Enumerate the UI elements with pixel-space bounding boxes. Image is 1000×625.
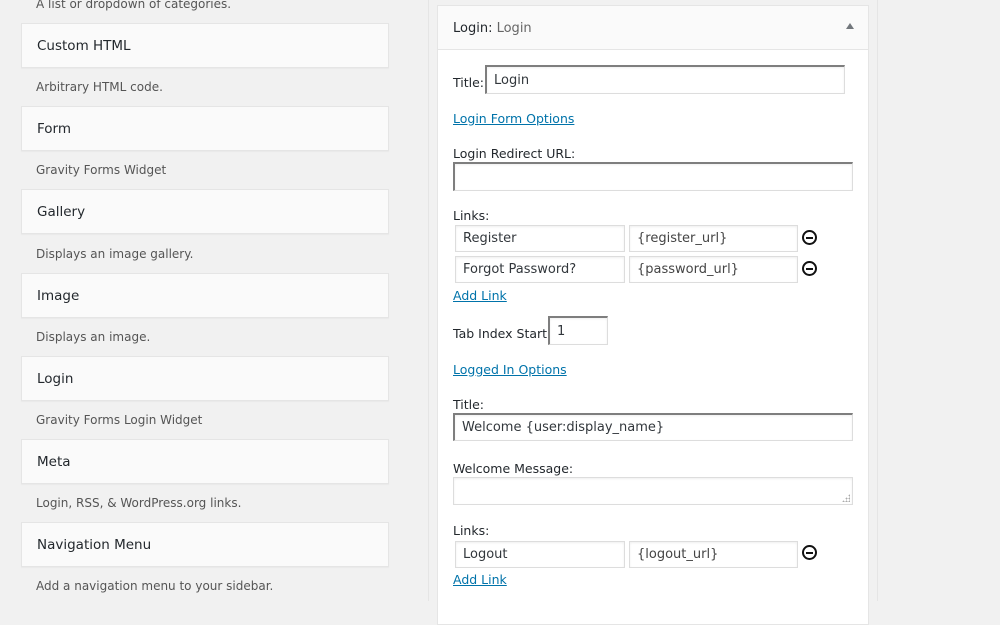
login-widget-panel: Login: Login (437, 5, 869, 625)
welcome-message-textarea[interactable] (453, 477, 853, 505)
widget-panel-title: Login: Login (453, 21, 532, 36)
available-widget-navigation-menu[interactable]: Navigation Menu (21, 522, 389, 567)
link-url-input[interactable]: {register_url} (629, 225, 798, 252)
widget-description: Arbitrary HTML code. (36, 80, 163, 94)
welcome-message-label: Welcome Message: (453, 461, 574, 476)
widget-panel-header[interactable]: Login: Login (438, 6, 868, 50)
available-widget-form[interactable]: Form (21, 106, 389, 151)
tab-index-start-input[interactable]: 1 (548, 316, 608, 345)
resize-grip-icon[interactable] (842, 494, 850, 502)
links-label: Links: (453, 208, 490, 223)
widget-title: Navigation Menu (37, 537, 152, 553)
widget-title: Custom HTML (37, 38, 131, 54)
available-widget-custom-html[interactable]: Custom HTML (21, 23, 389, 68)
link-text-input[interactable]: Logout (455, 541, 625, 568)
logged-in-title-input[interactable]: Welcome {user:display_name} (453, 413, 853, 441)
login-redirect-url-input[interactable] (453, 162, 853, 191)
widget-title: Login (37, 371, 74, 387)
available-widget-login[interactable]: Login (21, 356, 389, 401)
widget-instance-title: Login (496, 21, 532, 36)
link-url-input[interactable]: {password_url} (629, 256, 798, 283)
login-form-options-link[interactable]: Login Form Options (453, 111, 574, 126)
logged-in-add-link-button[interactable]: Add Link (453, 572, 507, 587)
widget-description: Gravity Forms Widget (36, 163, 167, 177)
widget-description: Add a navigation menu to your sidebar. (36, 579, 274, 593)
widget-description: Displays an image gallery. (36, 247, 194, 261)
logged-in-links-label: Links: (453, 523, 490, 538)
logged-in-options-link[interactable]: Logged In Options (453, 362, 567, 377)
link-text-input[interactable]: Register (455, 225, 625, 252)
widget-description: Displays an image. (36, 330, 151, 344)
available-widget-image[interactable]: Image (21, 273, 389, 318)
widget-description: Login, RSS, & WordPress.org links. (36, 496, 242, 510)
remove-link-icon[interactable] (802, 261, 817, 276)
remove-link-icon[interactable] (802, 545, 817, 560)
widget-title: Gallery (37, 204, 86, 220)
widget-description-categories: A list or dropdown of categories. (36, 0, 232, 11)
remove-link-icon[interactable] (802, 230, 817, 245)
title-label: Title: (453, 75, 484, 90)
available-widget-meta[interactable]: Meta (21, 439, 389, 484)
add-link-button[interactable]: Add Link (453, 288, 507, 303)
widget-title: Meta (37, 454, 71, 470)
title-input[interactable]: Login (485, 65, 845, 94)
triangle-up-icon[interactable] (846, 23, 854, 29)
widget-title: Form (37, 121, 72, 137)
widget-type-label: Login: (453, 21, 493, 36)
tab-index-start-label: Tab Index Start: (453, 326, 552, 341)
link-url-input[interactable]: {logout_url} (629, 541, 798, 568)
widget-title: Image (37, 288, 80, 304)
widget-description: Gravity Forms Login Widget (36, 413, 203, 427)
link-text-input[interactable]: Forgot Password? (455, 256, 625, 283)
login-redirect-url-label: Login Redirect URL: (453, 146, 576, 161)
logged-in-title-label: Title: (453, 397, 484, 412)
available-widget-gallery[interactable]: Gallery (21, 189, 389, 234)
